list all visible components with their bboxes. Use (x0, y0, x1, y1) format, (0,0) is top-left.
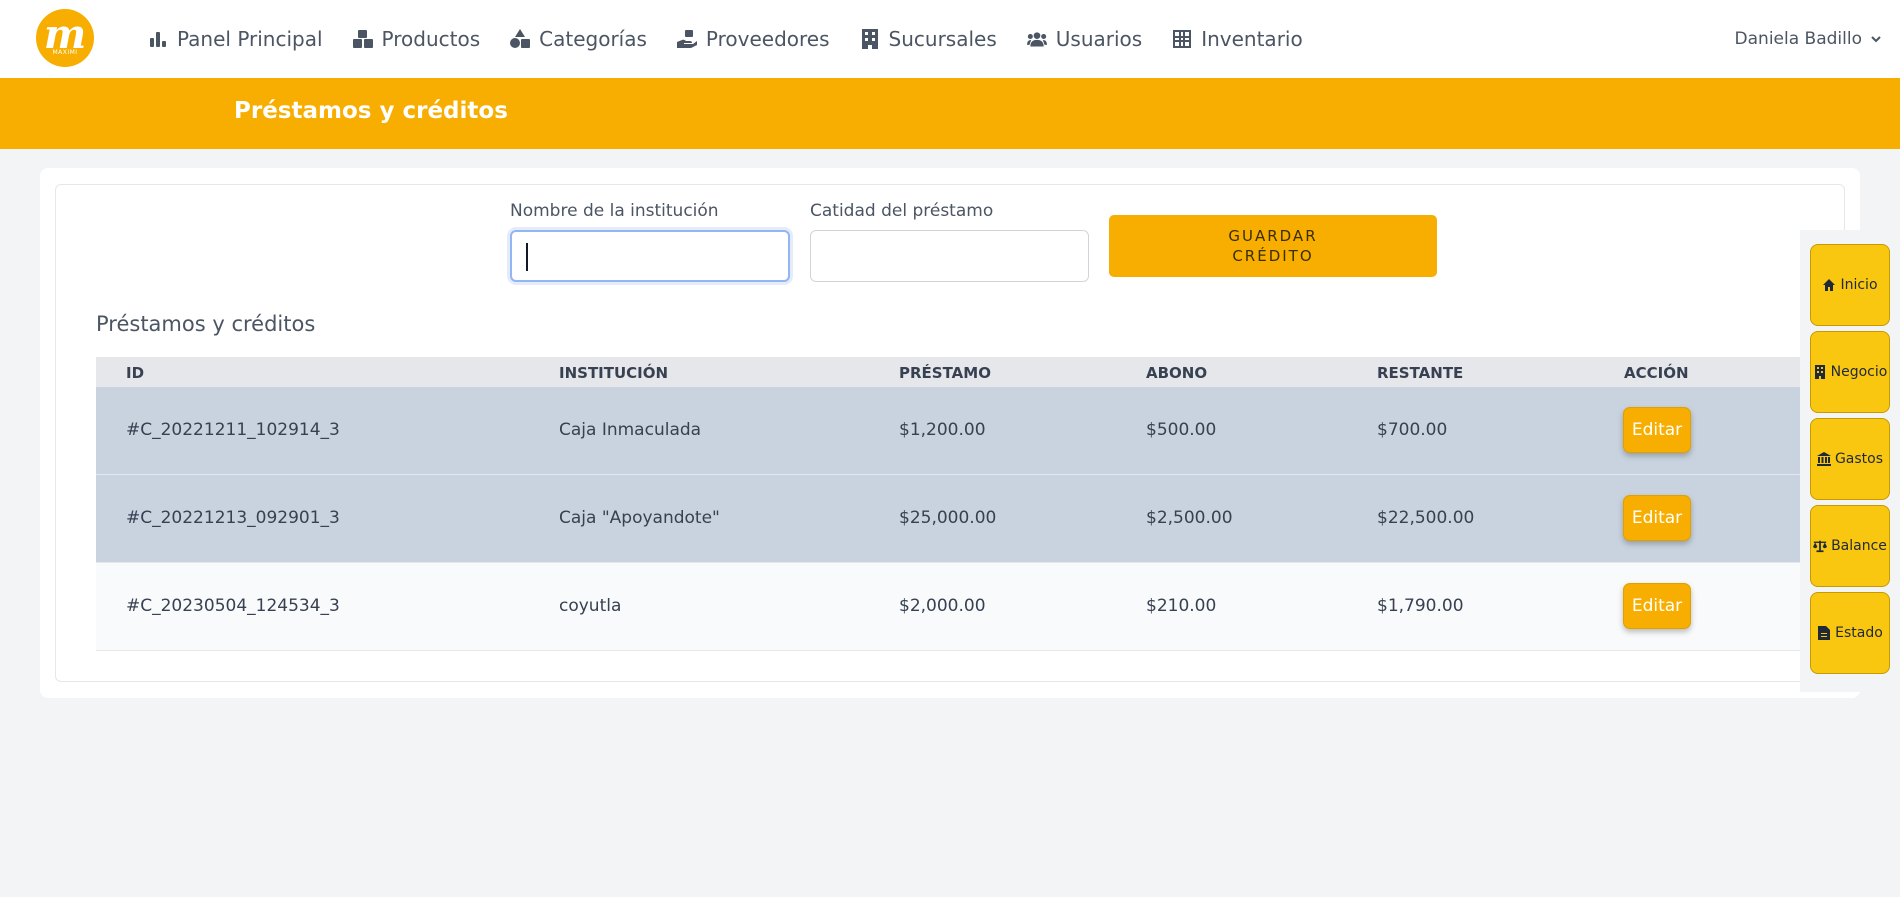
cell-loan: $2,000.00 (899, 596, 986, 616)
building-icon (1814, 365, 1825, 379)
dock-button-estado[interactable]: Estado (1810, 592, 1890, 674)
nav-item-label: Productos (381, 27, 481, 51)
users-icon (1026, 32, 1047, 47)
nav-item-productos[interactable]: Productos (352, 27, 481, 51)
cell-remaining: $700.00 (1377, 420, 1448, 440)
cell-institution: coyutla (559, 596, 622, 616)
user-name: Daniela Badillo (1734, 29, 1862, 49)
boxes-icon (352, 30, 373, 48)
nav-item-panel-principal[interactable]: Panel Principal (148, 27, 323, 51)
page-header-band: Préstamos y créditos (0, 78, 1900, 149)
cell-payment: $210.00 (1146, 596, 1217, 616)
nav-item-inventario[interactable]: Inventario (1172, 27, 1303, 51)
user-menu[interactable]: Daniela Badillo (1735, 0, 1882, 78)
amount-label: Catidad del préstamo (810, 201, 994, 221)
edit-button[interactable]: Editar (1623, 583, 1691, 629)
cell-id: #C_20230504_124534_3 (126, 596, 340, 616)
nav-item-label: Sucursales (888, 27, 997, 51)
nav-item-label: Proveedores (705, 27, 830, 51)
cell-remaining: $22,500.00 (1377, 508, 1475, 528)
col-header-accion: ACCIÓN (1624, 364, 1689, 382)
scale-icon (1813, 540, 1828, 553)
text-caret (526, 243, 528, 271)
file-icon (1818, 626, 1831, 640)
col-header-prestamo: PRÉSTAMO (899, 364, 991, 382)
nav-menu: Panel Principal Productos Categorías Pro… (148, 0, 1333, 78)
brand-logo[interactable]: m MAXIMI (36, 9, 94, 67)
dock-button-gastos[interactable]: Gastos (1810, 418, 1890, 500)
table-header-row: ID INSTITUCIÓN PRÉSTAMO ABONO RESTANTE A… (96, 357, 1800, 387)
nav-item-label: Categorías (539, 27, 647, 51)
dock-label: Balance (1831, 538, 1887, 554)
shapes-icon (510, 29, 531, 48)
chevron-down-icon (1871, 36, 1881, 43)
amount-input[interactable] (810, 230, 1089, 282)
cell-institution: Caja Inmaculada (559, 420, 702, 440)
cell-loan: $25,000.00 (899, 508, 997, 528)
save-credit-button[interactable]: GUARDAR CRÉDITO (1109, 215, 1437, 277)
cell-id: #C_20221211_102914_3 (126, 420, 340, 440)
cell-id: #C_20221213_092901_3 (126, 508, 340, 528)
institution-input[interactable] (510, 230, 790, 282)
chart-bar-icon (150, 32, 166, 47)
hand-holding-icon (676, 30, 697, 48)
logo-subtext: MAXIMI (52, 49, 78, 56)
dock-label: Inicio (1840, 277, 1878, 293)
nav-item-label: Panel Principal (177, 27, 323, 51)
building-icon (861, 29, 878, 49)
dock-label: Estado (1835, 625, 1883, 641)
loans-table: ID INSTITUCIÓN PRÉSTAMO ABONO RESTANTE A… (96, 357, 1800, 651)
cell-payment: $2,500.00 (1146, 508, 1233, 528)
nav-item-categorias[interactable]: Categorías (510, 27, 647, 51)
edit-button[interactable]: Editar (1623, 407, 1691, 453)
table-row: #C_20221211_102914_3 Caja Inmaculada $1,… (96, 387, 1800, 475)
cell-payment: $500.00 (1146, 420, 1217, 440)
table-row: #C_20221213_092901_3 Caja "Apoyandote" $… (96, 475, 1800, 563)
nav-item-label: Inventario (1201, 27, 1303, 51)
dock-label: Negocio (1830, 364, 1888, 380)
nav-item-label: Usuarios (1055, 27, 1143, 51)
table-icon (1173, 30, 1192, 48)
col-header-id: ID (126, 364, 145, 382)
nav-item-proveedores[interactable]: Proveedores (676, 27, 830, 51)
institution-label: Nombre de la institución (510, 201, 719, 221)
edit-button[interactable]: Editar (1623, 495, 1691, 541)
col-header-abono: ABONO (1146, 364, 1208, 382)
dock-button-inicio[interactable]: Inicio (1810, 244, 1890, 326)
top-navbar: m MAXIMI Panel Principal Productos Categ… (0, 0, 1900, 78)
dock-button-balance[interactable]: Balance (1810, 505, 1890, 587)
page-title: Préstamos y créditos (234, 98, 508, 124)
side-dock: Inicio Negocio Gastos Balance Estado (1800, 230, 1900, 692)
cell-institution: Caja "Apoyandote" (559, 508, 720, 528)
dock-button-negocio[interactable]: Negocio (1810, 331, 1890, 413)
cell-remaining: $1,790.00 (1377, 596, 1464, 616)
col-header-institucion: INSTITUCIÓN (559, 364, 669, 382)
dock-label: Gastos (1834, 451, 1884, 467)
home-icon (1823, 279, 1836, 291)
cell-loan: $1,200.00 (899, 420, 986, 440)
bank-icon (1816, 452, 1831, 466)
nav-item-usuarios[interactable]: Usuarios (1026, 27, 1143, 51)
nav-item-sucursales[interactable]: Sucursales (860, 27, 997, 51)
col-header-restante: RESTANTE (1377, 364, 1464, 382)
save-button-label: GUARDAR CRÉDITO (1228, 227, 1318, 265)
table-title: Préstamos y créditos (96, 312, 316, 336)
table-row: #C_20230504_124534_3 coyutla $2,000.00 $… (96, 563, 1800, 651)
